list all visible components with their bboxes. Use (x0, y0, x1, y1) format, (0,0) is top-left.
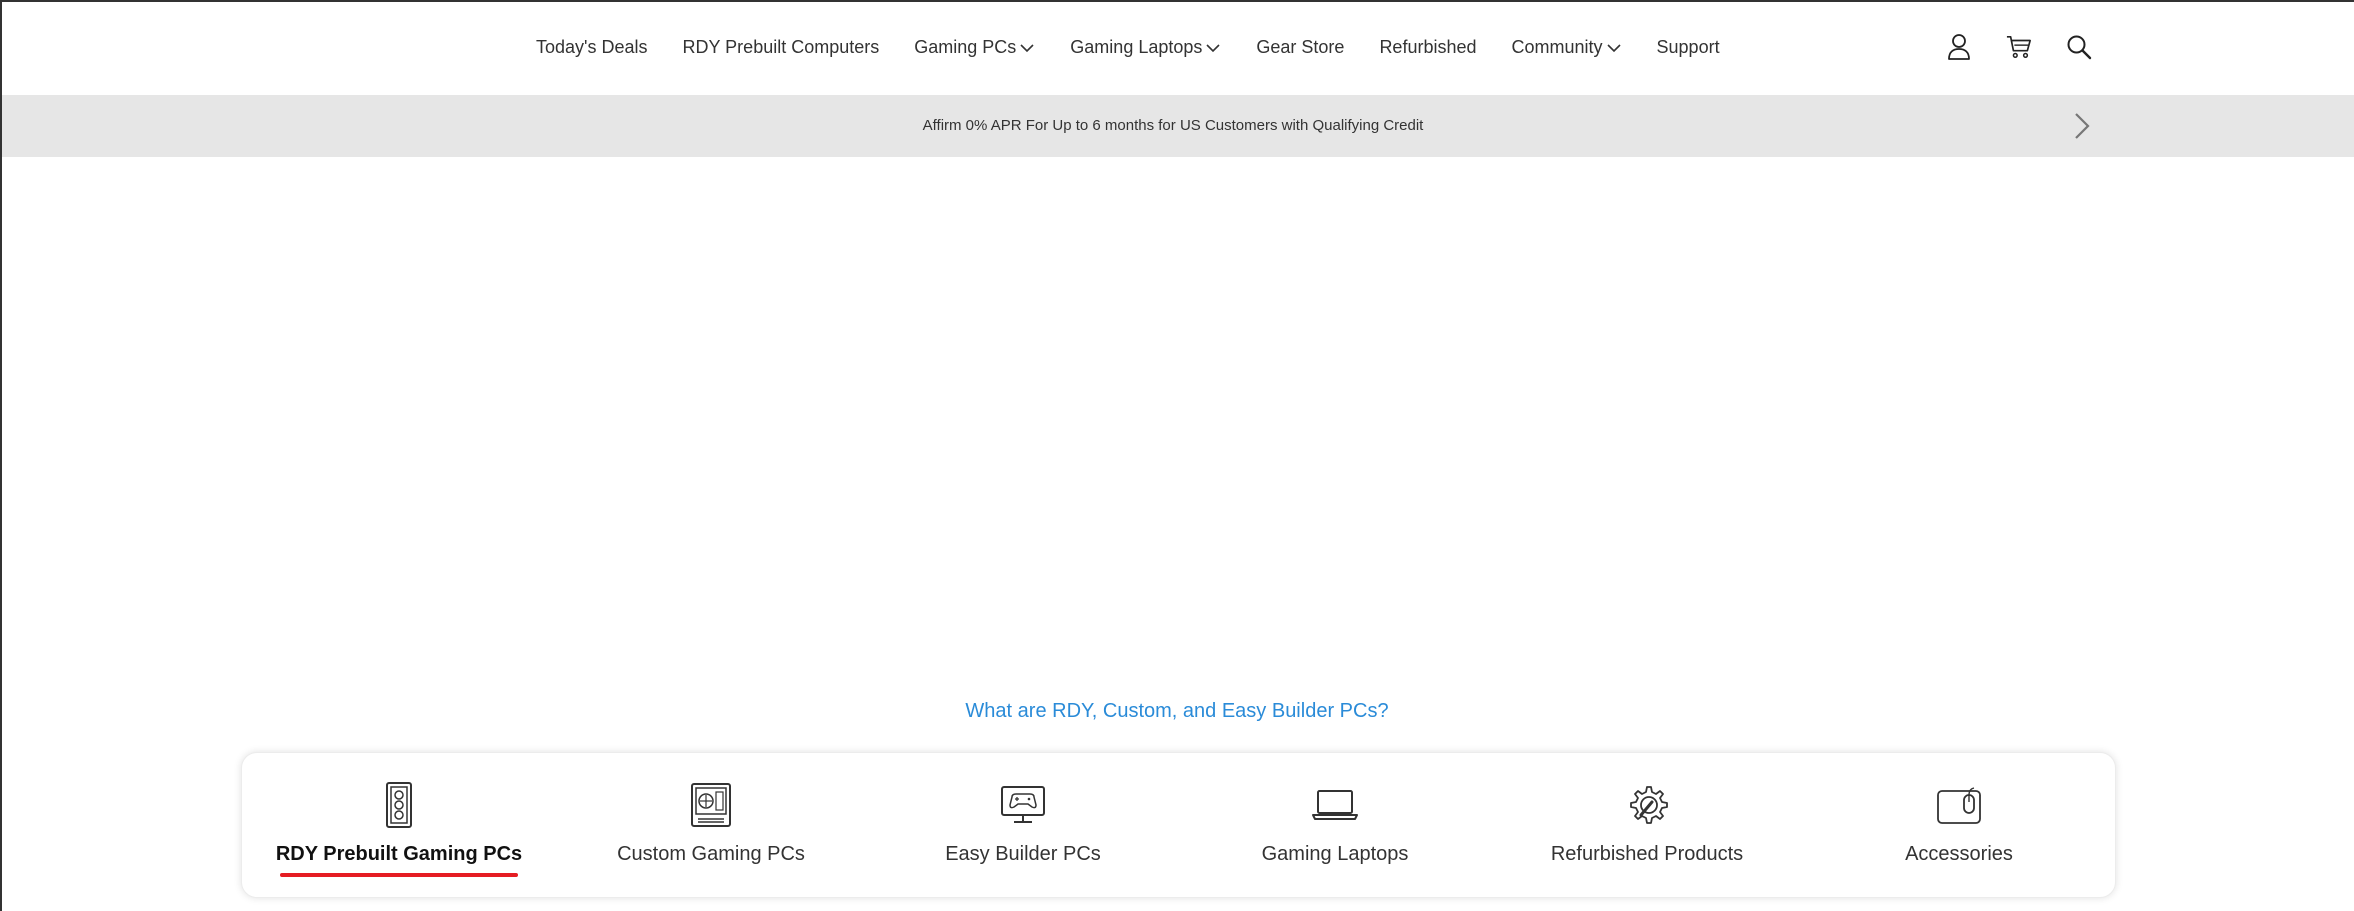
category-accessories[interactable]: Accessories (1803, 753, 2115, 899)
chevron-down-icon (1606, 37, 1621, 58)
active-underline (280, 873, 518, 877)
site-header: Today's Deals RDY Prebuilt Computers Gam… (0, 0, 2354, 95)
nav-item-todays-deals[interactable]: Today's Deals (536, 37, 648, 58)
nav-item-rdy-prebuilt[interactable]: RDY Prebuilt Computers (683, 37, 880, 58)
pc-tower-icon (385, 781, 413, 829)
custom-pc-icon (690, 781, 732, 829)
main-nav: Today's Deals RDY Prebuilt Computers Gam… (536, 37, 1720, 58)
nav-item-support[interactable]: Support (1657, 37, 1720, 58)
nav-item-label: Gear Store (1256, 37, 1345, 57)
category-label: Accessories (1905, 843, 2013, 865)
nav-item-label: Refurbished (1379, 37, 1477, 57)
category-strip: RDY Prebuilt Gaming PCs Custom Gaming PC… (241, 752, 2116, 898)
search-icon[interactable] (2066, 33, 2092, 61)
chevron-down-icon (1206, 37, 1220, 58)
nav-item-label: Today's Deals (536, 37, 648, 57)
nav-item-label: Gaming Laptops (1070, 37, 1203, 57)
mouse-pad-icon (1936, 781, 1982, 829)
category-label: Custom Gaming PCs (617, 843, 805, 865)
laptop-icon (1311, 781, 1359, 829)
category-easy-builder-pcs[interactable]: Easy Builder PCs (867, 753, 1179, 899)
chevron-right-icon[interactable] (2070, 111, 2094, 141)
nav-item-gaming-pcs[interactable]: Gaming PCs (914, 37, 1034, 58)
nav-item-label: Gaming PCs (914, 37, 1017, 57)
promo-text: Affirm 0% APR For Up to 6 months for US … (922, 117, 1424, 134)
cart-icon[interactable] (2006, 33, 2032, 61)
monitor-gamepad-icon (1000, 781, 1046, 829)
category-label: Gaming Laptops (1261, 843, 1409, 865)
nav-item-gear-store[interactable]: Gear Store (1256, 37, 1344, 58)
nav-item-community[interactable]: Community (1512, 37, 1621, 58)
nav-item-refurbished[interactable]: Refurbished (1379, 37, 1476, 58)
category-custom-gaming-pcs[interactable]: Custom Gaming PCs (555, 753, 867, 899)
category-gaming-laptops[interactable]: Gaming Laptops (1179, 753, 1491, 899)
category-label: Refurbished Products (1550, 843, 1744, 865)
nav-item-label: Community (1511, 37, 1603, 57)
category-rdy-prebuilt[interactable]: RDY Prebuilt Gaming PCs (243, 753, 555, 899)
category-label: Easy Builder PCs (945, 843, 1101, 865)
nav-item-gaming-laptops[interactable]: Gaming Laptops (1070, 37, 1220, 58)
category-refurbished-products[interactable]: Refurbished Products (1491, 753, 1803, 899)
user-icon[interactable] (1946, 33, 1972, 61)
promo-banner: Affirm 0% APR For Up to 6 months for US … (0, 95, 2354, 157)
category-label: RDY Prebuilt Gaming PCs (275, 843, 523, 865)
nav-item-label: Support (1656, 37, 1720, 57)
nav-item-label: RDY Prebuilt Computers (682, 37, 880, 57)
header-actions (1946, 33, 2092, 61)
chevron-down-icon (1020, 37, 1034, 58)
rdy-custom-easy-info-link[interactable]: What are RDY, Custom, and Easy Builder P… (0, 700, 2354, 723)
gear-wrench-icon (1626, 781, 1668, 829)
